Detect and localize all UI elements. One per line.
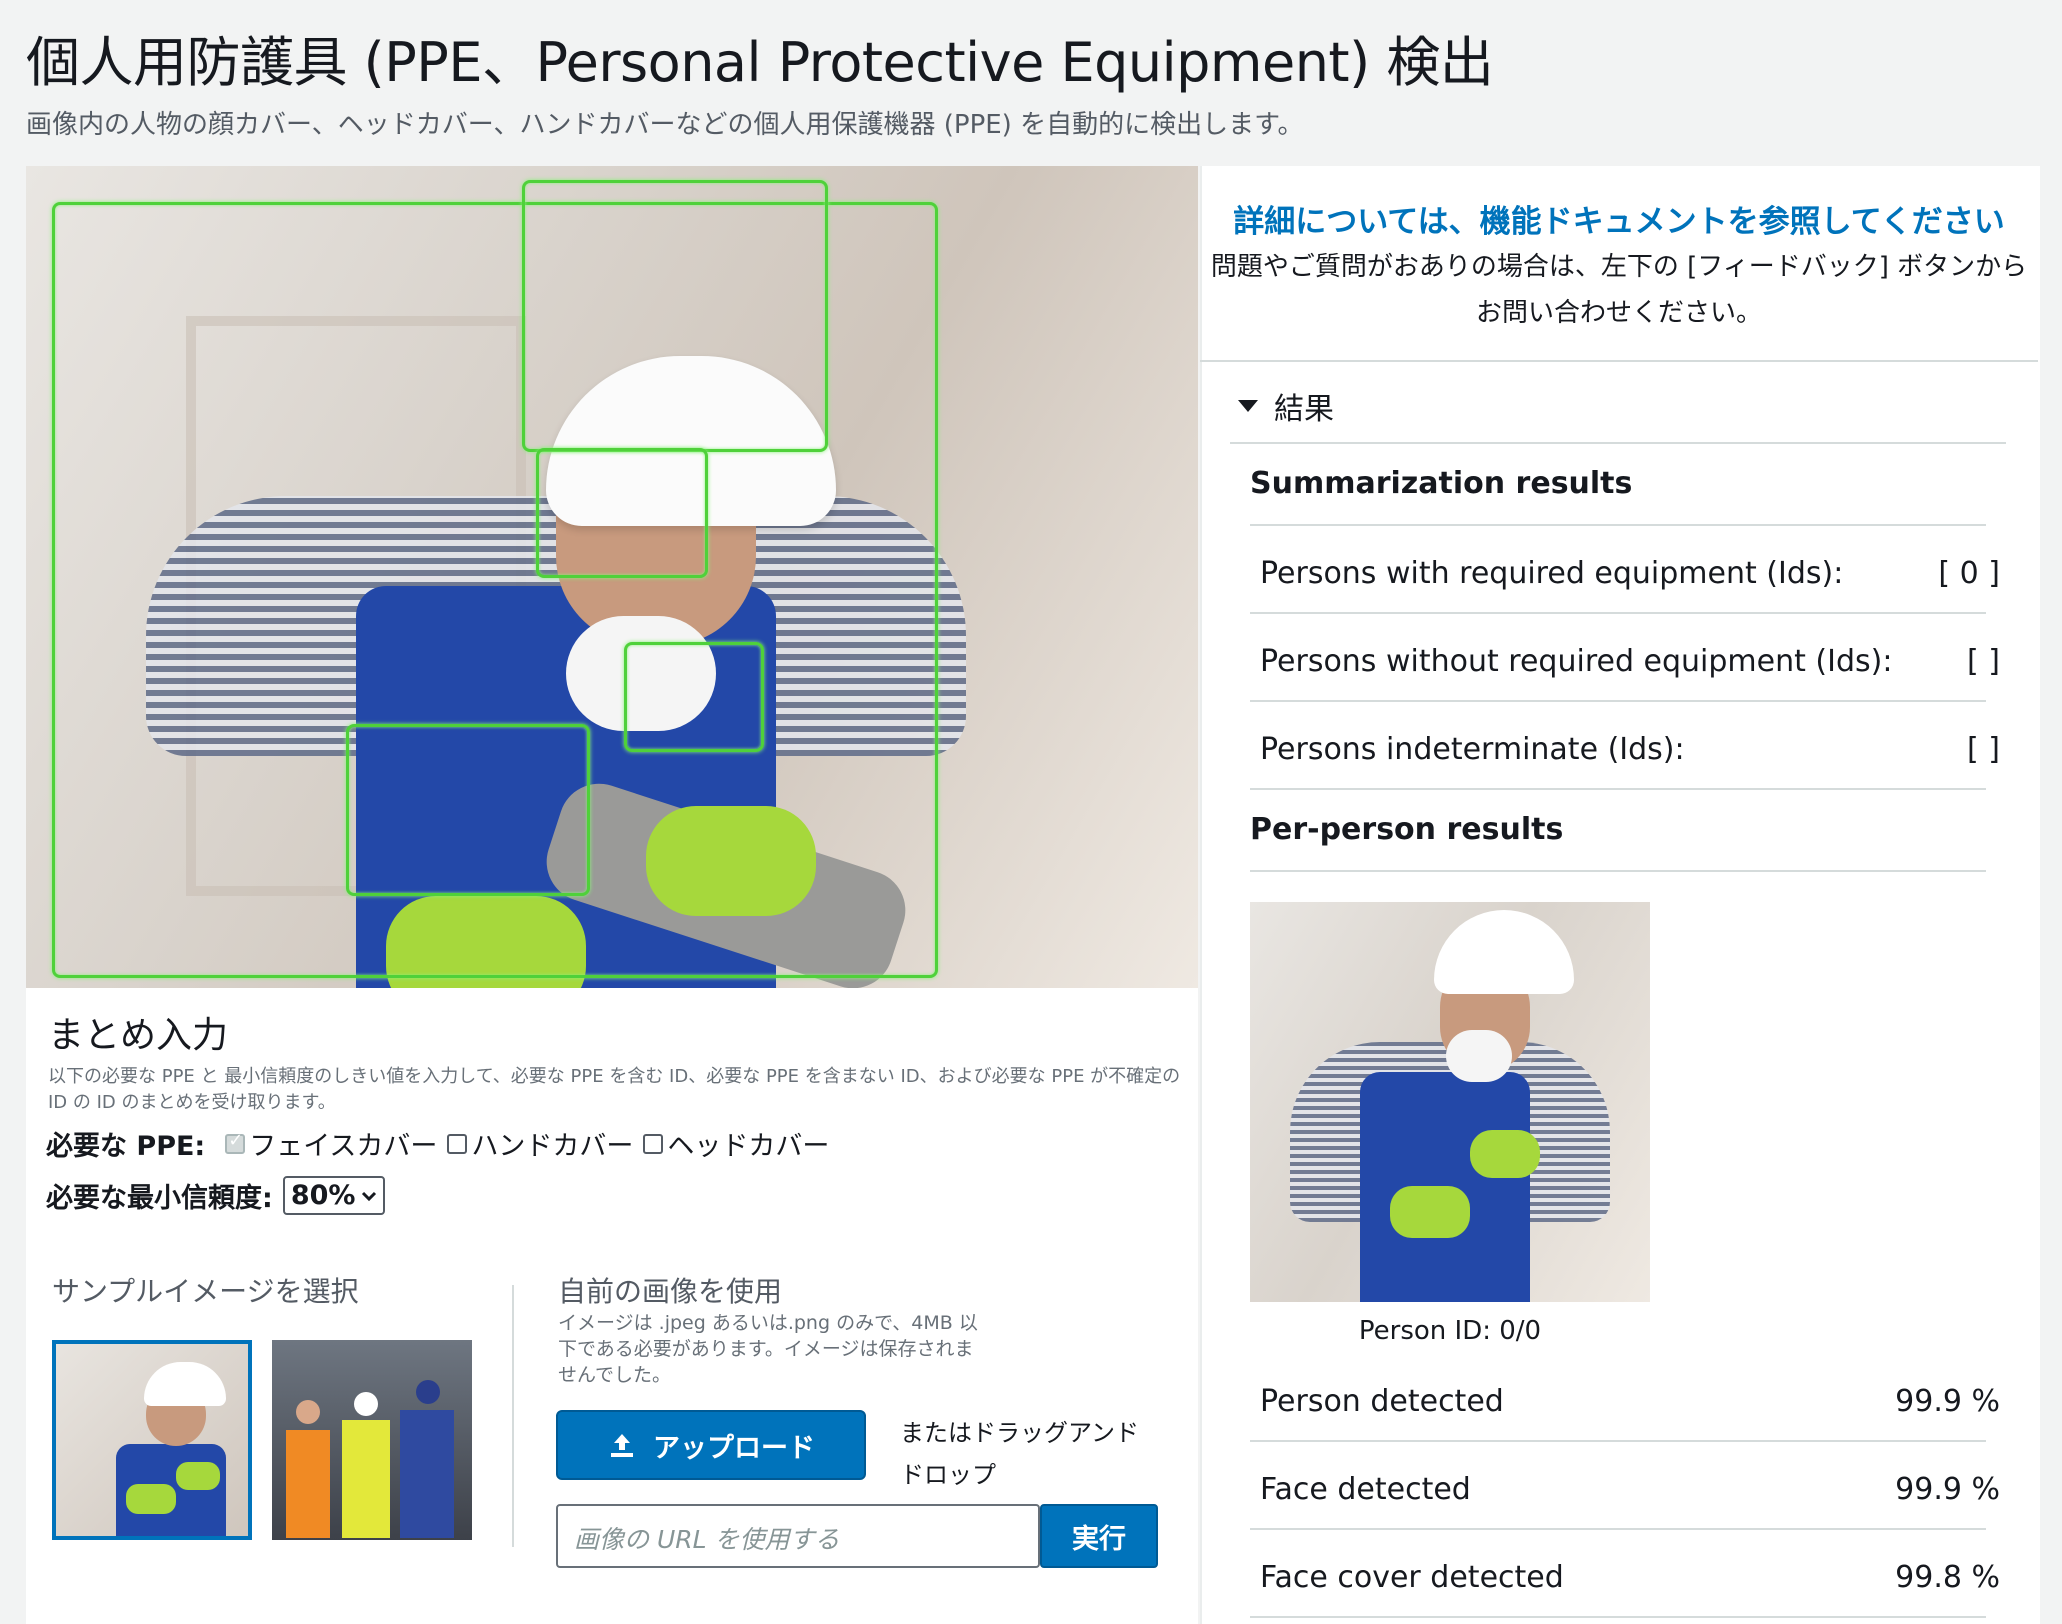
summary-row-label: Persons without required equipment (Ids)… bbox=[1260, 644, 1893, 679]
divider bbox=[1250, 1528, 1986, 1530]
summary-row: Persons with required equipment (Ids): [… bbox=[1260, 556, 2000, 591]
summary-row-label: Persons with required equipment (Ids): bbox=[1260, 556, 1844, 591]
crop-helmet bbox=[1434, 910, 1574, 994]
min-confidence-select[interactable]: 80% bbox=[282, 1176, 386, 1215]
thumb-glove-2 bbox=[126, 1484, 176, 1514]
summary-input-heading: まとめ入力 bbox=[48, 1015, 229, 1056]
analyzed-image bbox=[26, 166, 1198, 988]
crop-glove bbox=[1470, 1130, 1540, 1178]
required-ppe-label: 必要な PPE: bbox=[46, 1131, 206, 1162]
sample-images-heading: サンプルイメージを選択 bbox=[52, 1275, 359, 1308]
required-ppe-row: 必要な PPE: フェイスカバー ハンドカバー ヘッドカバー bbox=[46, 1124, 829, 1163]
hand-cover-bbox-left bbox=[346, 724, 590, 896]
divider bbox=[1200, 360, 2038, 362]
own-image-note: イメージは .jpeg あるいは.png のみで、4MB 以下である必要がありま… bbox=[558, 1312, 978, 1386]
summary-row-value: [ ] bbox=[1967, 644, 2000, 679]
results-toggle[interactable]: 結果 bbox=[1238, 384, 1334, 428]
detection-label: Person detected bbox=[1260, 1384, 1504, 1419]
divider bbox=[1250, 700, 1986, 702]
divider bbox=[1250, 788, 1986, 790]
head-cover-bbox bbox=[522, 180, 828, 452]
min-confidence-value: 80% bbox=[290, 1180, 356, 1211]
face-cover-bbox bbox=[536, 448, 708, 578]
thumb-helmet bbox=[144, 1362, 226, 1406]
head-cover-checkbox[interactable] bbox=[643, 1133, 664, 1154]
summary-input-description: 以下の必要な PPE と 最小信頼度のしきい値を入力して、必要な PPE を含む… bbox=[48, 1066, 1181, 1113]
summary-row-label: Persons indeterminate (Ids): bbox=[1260, 732, 1685, 767]
divider bbox=[1250, 612, 1986, 614]
own-image-heading: 自前の画像を使用 bbox=[558, 1275, 783, 1308]
detection-row: Person detected 99.9 % bbox=[1260, 1384, 2000, 1419]
thumb2-worker-3 bbox=[400, 1410, 454, 1538]
person-id: Person ID: 0/0 bbox=[1358, 1316, 1542, 1346]
summary-row: Persons without required equipment (Ids)… bbox=[1260, 644, 2000, 679]
sample-image-2[interactable] bbox=[272, 1340, 472, 1540]
caret-down-icon bbox=[1238, 400, 1258, 412]
head-cover-label: ヘッドカバー bbox=[667, 1131, 830, 1162]
hand-cover-bbox-right bbox=[624, 642, 764, 752]
crop-mask bbox=[1446, 1030, 1512, 1082]
documentation-link[interactable]: 詳細については、機能ドキュメントを参照してください bbox=[1200, 196, 2038, 241]
per-person-heading: Per-person results bbox=[1250, 812, 1564, 847]
thumb2-worker-2 bbox=[342, 1420, 390, 1538]
detection-row: Face detected 99.9 % bbox=[1260, 1472, 2000, 1507]
min-confidence-row: 必要な最小信頼度: 80% bbox=[46, 1176, 386, 1215]
face-cover-checkbox[interactable] bbox=[225, 1130, 246, 1154]
divider bbox=[1250, 1440, 1986, 1442]
section-divider bbox=[512, 1285, 514, 1547]
hand-cover-checkbox[interactable] bbox=[447, 1133, 468, 1154]
detection-value: 99.8 % bbox=[1895, 1560, 2000, 1595]
divider bbox=[1250, 1616, 1986, 1618]
thumb2-head-3 bbox=[416, 1380, 440, 1404]
thumb2-worker-1 bbox=[286, 1430, 330, 1538]
summary-row-value: [ 0 ] bbox=[1938, 556, 2000, 591]
chevron-down-icon bbox=[362, 1191, 377, 1201]
detection-value: 99.9 % bbox=[1895, 1384, 2000, 1419]
summary-row: Persons indeterminate (Ids): [ ] bbox=[1260, 732, 2000, 767]
results-label: 結果 bbox=[1274, 392, 1334, 427]
thumb2-head-1 bbox=[296, 1400, 320, 1424]
summary-row-value: [ ] bbox=[1967, 732, 2000, 767]
hand-cover-label: ハンドカバー bbox=[471, 1131, 634, 1162]
detection-label: Face detected bbox=[1260, 1472, 1471, 1507]
image-url-input[interactable]: 画像の URL を使用する bbox=[556, 1504, 1040, 1568]
thumb2-head-2 bbox=[354, 1392, 378, 1416]
person-crop-image bbox=[1250, 902, 1650, 1302]
divider bbox=[1250, 524, 1986, 526]
feedback-note: 問題やご質問がおありの場合は、左下の [フィードバック] ボタンからお問い合わせ… bbox=[1210, 252, 2028, 328]
crop-glove-2 bbox=[1390, 1186, 1470, 1238]
detection-label: Face cover detected bbox=[1260, 1560, 1564, 1595]
detection-row: Face cover detected 99.8 % bbox=[1260, 1560, 2000, 1595]
run-button[interactable]: 実行 bbox=[1040, 1504, 1158, 1568]
page-subtitle: 画像内の人物の顔カバー、ヘッドカバー、ハンドカバーなどの個人用保護機器 (PPE… bbox=[26, 110, 1304, 140]
page-title: 個人用防護具 (PPE、Personal Protective Equipmen… bbox=[26, 31, 1494, 94]
summarization-heading: Summarization results bbox=[1250, 466, 1633, 501]
upload-icon bbox=[611, 1434, 633, 1457]
face-cover-label: フェイスカバー bbox=[249, 1131, 438, 1162]
upload-button[interactable]: アップロード bbox=[556, 1410, 866, 1480]
min-confidence-label: 必要な最小信頼度: bbox=[46, 1183, 273, 1214]
divider bbox=[1230, 442, 2006, 444]
thumb-glove bbox=[176, 1462, 220, 1490]
divider bbox=[1250, 870, 1986, 872]
detection-value: 99.9 % bbox=[1895, 1472, 2000, 1507]
sample-image-1[interactable] bbox=[52, 1340, 252, 1540]
drag-and-drop-text: またはドラッグアンド ドロップ bbox=[900, 1419, 1140, 1489]
upload-button-label: アップロード bbox=[653, 1432, 815, 1464]
